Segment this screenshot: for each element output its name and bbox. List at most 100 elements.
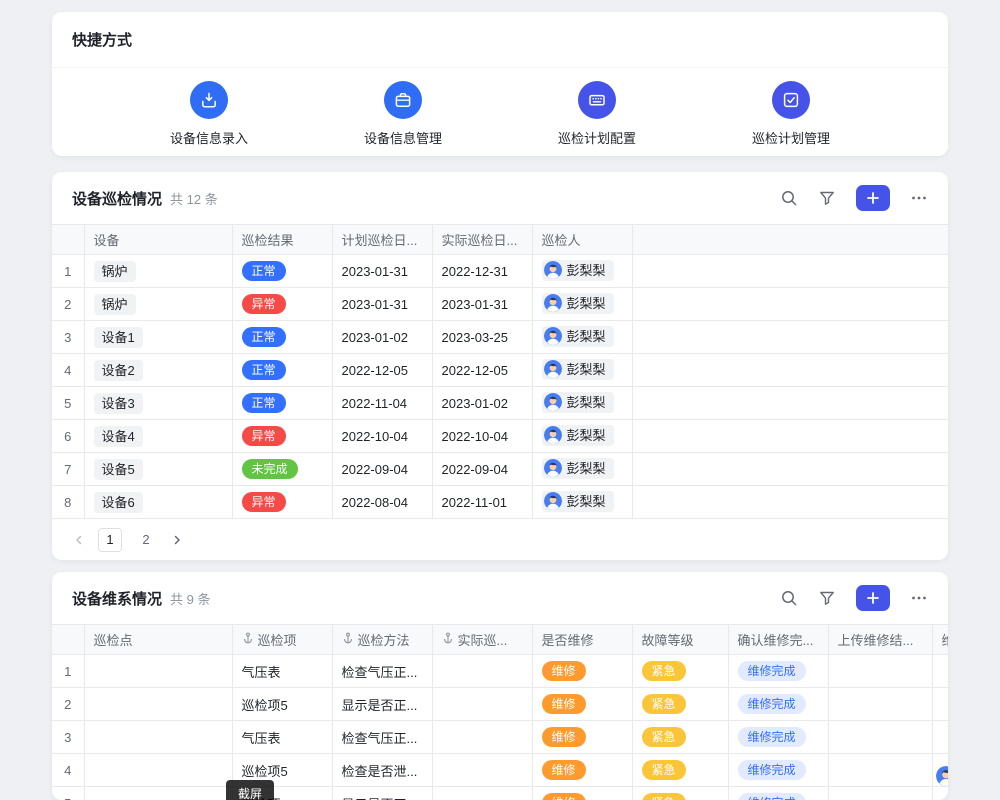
plan-date-cell[interactable]: 2023-01-31 xyxy=(332,288,432,321)
plan-date-cell[interactable]: 2023-01-31 xyxy=(332,255,432,288)
device-cell[interactable]: 设备3 xyxy=(84,387,232,420)
column-header-plan-date[interactable]: 计划巡检日... xyxy=(332,225,432,255)
upload-cell[interactable] xyxy=(828,754,932,787)
plan-date-cell[interactable]: 2022-10-04 xyxy=(332,420,432,453)
actual-date-cell[interactable]: 2023-01-02 xyxy=(432,387,532,420)
table-row[interactable]: 2 巡检项5 显示是否正... 维修 紧急 维修完成 xyxy=(52,688,948,721)
column-header-result[interactable]: 巡检结果 xyxy=(232,225,332,255)
shortcut-plan-manage[interactable]: 巡检计划管理 xyxy=(726,81,856,147)
worker-cell[interactable] xyxy=(932,721,948,754)
actual-cell[interactable] xyxy=(432,787,532,800)
column-header-item[interactable]: 巡检项 xyxy=(232,625,332,655)
table-row[interactable]: 1 锅炉 正常 2023-01-31 2022-12-31 彭梨梨 xyxy=(52,255,948,288)
inspector-cell[interactable]: 彭梨梨 xyxy=(532,486,632,519)
shortcut-plan-config[interactable]: 巡检计划配置 xyxy=(532,81,662,147)
inspector-cell[interactable]: 彭梨梨 xyxy=(532,354,632,387)
actual-cell[interactable] xyxy=(432,688,532,721)
device-cell[interactable]: 设备6 xyxy=(84,486,232,519)
more-icon[interactable] xyxy=(910,189,928,207)
plan-date-cell[interactable]: 2022-12-05 xyxy=(332,354,432,387)
table-row[interactable]: 5 设备3 正常 2022-11-04 2023-01-02 彭梨梨 xyxy=(52,387,948,420)
actual-date-cell[interactable]: 2022-11-01 xyxy=(432,486,532,519)
worker-cell[interactable] xyxy=(932,787,948,800)
next-page-button[interactable] xyxy=(170,533,184,547)
result-cell[interactable]: 正常 xyxy=(232,321,332,354)
prev-page-button[interactable] xyxy=(72,533,86,547)
column-header-upload[interactable]: 上传维修结... xyxy=(828,625,932,655)
level-cell[interactable]: 紧急 xyxy=(632,655,728,688)
result-cell[interactable]: 正常 xyxy=(232,255,332,288)
actual-cell[interactable] xyxy=(432,754,532,787)
column-header-actual-date[interactable]: 实际巡检日... xyxy=(432,225,532,255)
actual-cell[interactable] xyxy=(432,721,532,754)
level-cell[interactable]: 紧急 xyxy=(632,787,728,800)
plan-date-cell[interactable]: 2022-08-04 xyxy=(332,486,432,519)
result-cell[interactable]: 正常 xyxy=(232,387,332,420)
repair-cell[interactable]: 维修 xyxy=(532,787,632,800)
add-record-button[interactable] xyxy=(856,585,890,611)
upload-cell[interactable] xyxy=(828,655,932,688)
point-cell[interactable] xyxy=(84,655,232,688)
level-cell[interactable]: 紧急 xyxy=(632,754,728,787)
repair-cell[interactable]: 维修 xyxy=(532,655,632,688)
confirm-cell[interactable]: 维修完成 xyxy=(728,688,828,721)
device-cell[interactable]: 锅炉 xyxy=(84,255,232,288)
shortcut-device-manage[interactable]: 设备信息管理 xyxy=(338,81,468,147)
upload-cell[interactable] xyxy=(828,787,932,800)
column-header-inspector[interactable]: 巡检人 xyxy=(532,225,632,255)
method-cell[interactable]: 检查是否泄... xyxy=(332,754,432,787)
column-header-repair[interactable]: 是否维修 xyxy=(532,625,632,655)
worker-cell[interactable] xyxy=(932,688,948,721)
inspector-cell[interactable]: 彭梨梨 xyxy=(532,387,632,420)
page-2-button[interactable]: 2 xyxy=(134,528,158,552)
column-header-confirm[interactable]: 确认维修完... xyxy=(728,625,828,655)
point-cell[interactable] xyxy=(84,754,232,787)
more-icon[interactable] xyxy=(910,589,928,607)
actual-date-cell[interactable]: 2023-03-25 xyxy=(432,321,532,354)
table-row[interactable]: 4 巡检项5 检查是否泄... 维修 紧急 维修完成 xyxy=(52,754,948,787)
table-row[interactable]: 3 气压表 检查气压正... 维修 紧急 维修完成 xyxy=(52,721,948,754)
column-header-level[interactable]: 故障等级 xyxy=(632,625,728,655)
actual-date-cell[interactable]: 2022-10-04 xyxy=(432,420,532,453)
worker-cell[interactable] xyxy=(932,655,948,688)
confirm-cell[interactable]: 维修完成 xyxy=(728,787,828,800)
column-header-actual[interactable]: 实际巡... xyxy=(432,625,532,655)
device-cell[interactable]: 锅炉 xyxy=(84,288,232,321)
search-icon[interactable] xyxy=(780,189,798,207)
device-cell[interactable]: 设备5 xyxy=(84,453,232,486)
confirm-cell[interactable]: 维修完成 xyxy=(728,754,828,787)
level-cell[interactable]: 紧急 xyxy=(632,721,728,754)
table-row[interactable]: 5 巡检项5 显示是否正... 维修 紧急 维修完成 xyxy=(52,787,948,800)
inspector-cell[interactable]: 彭梨梨 xyxy=(532,255,632,288)
device-cell[interactable]: 设备2 xyxy=(84,354,232,387)
actual-date-cell[interactable]: 2022-12-31 xyxy=(432,255,532,288)
point-cell[interactable] xyxy=(84,688,232,721)
upload-cell[interactable] xyxy=(828,721,932,754)
shortcut-device-entry[interactable]: 设备信息录入 xyxy=(144,81,274,147)
column-header-method[interactable]: 巡检方法 xyxy=(332,625,432,655)
confirm-cell[interactable]: 维修完成 xyxy=(728,655,828,688)
column-header-point[interactable]: 巡检点 xyxy=(84,625,232,655)
actual-cell[interactable] xyxy=(432,655,532,688)
result-cell[interactable]: 异常 xyxy=(232,288,332,321)
item-cell[interactable]: 气压表 xyxy=(232,721,332,754)
point-cell[interactable] xyxy=(84,721,232,754)
page-1-button[interactable]: 1 xyxy=(98,528,122,552)
filter-icon[interactable] xyxy=(818,589,836,607)
item-cell[interactable]: 巡检项5 xyxy=(232,688,332,721)
result-cell[interactable]: 异常 xyxy=(232,486,332,519)
result-cell[interactable]: 未完成 xyxy=(232,453,332,486)
confirm-cell[interactable]: 维修完成 xyxy=(728,721,828,754)
inspector-cell[interactable]: 彭梨梨 xyxy=(532,288,632,321)
inspector-cell[interactable]: 彭梨梨 xyxy=(532,420,632,453)
device-cell[interactable]: 设备4 xyxy=(84,420,232,453)
table-row[interactable]: 7 设备5 未完成 2022-09-04 2022-09-04 彭梨梨 xyxy=(52,453,948,486)
repair-cell[interactable]: 维修 xyxy=(532,688,632,721)
result-cell[interactable]: 正常 xyxy=(232,354,332,387)
inspector-cell[interactable]: 彭梨梨 xyxy=(532,321,632,354)
method-cell[interactable]: 显示是否正... xyxy=(332,787,432,800)
plan-date-cell[interactable]: 2022-09-04 xyxy=(332,453,432,486)
item-cell[interactable]: 气压表 xyxy=(232,655,332,688)
upload-cell[interactable] xyxy=(828,688,932,721)
add-record-button[interactable] xyxy=(856,185,890,211)
